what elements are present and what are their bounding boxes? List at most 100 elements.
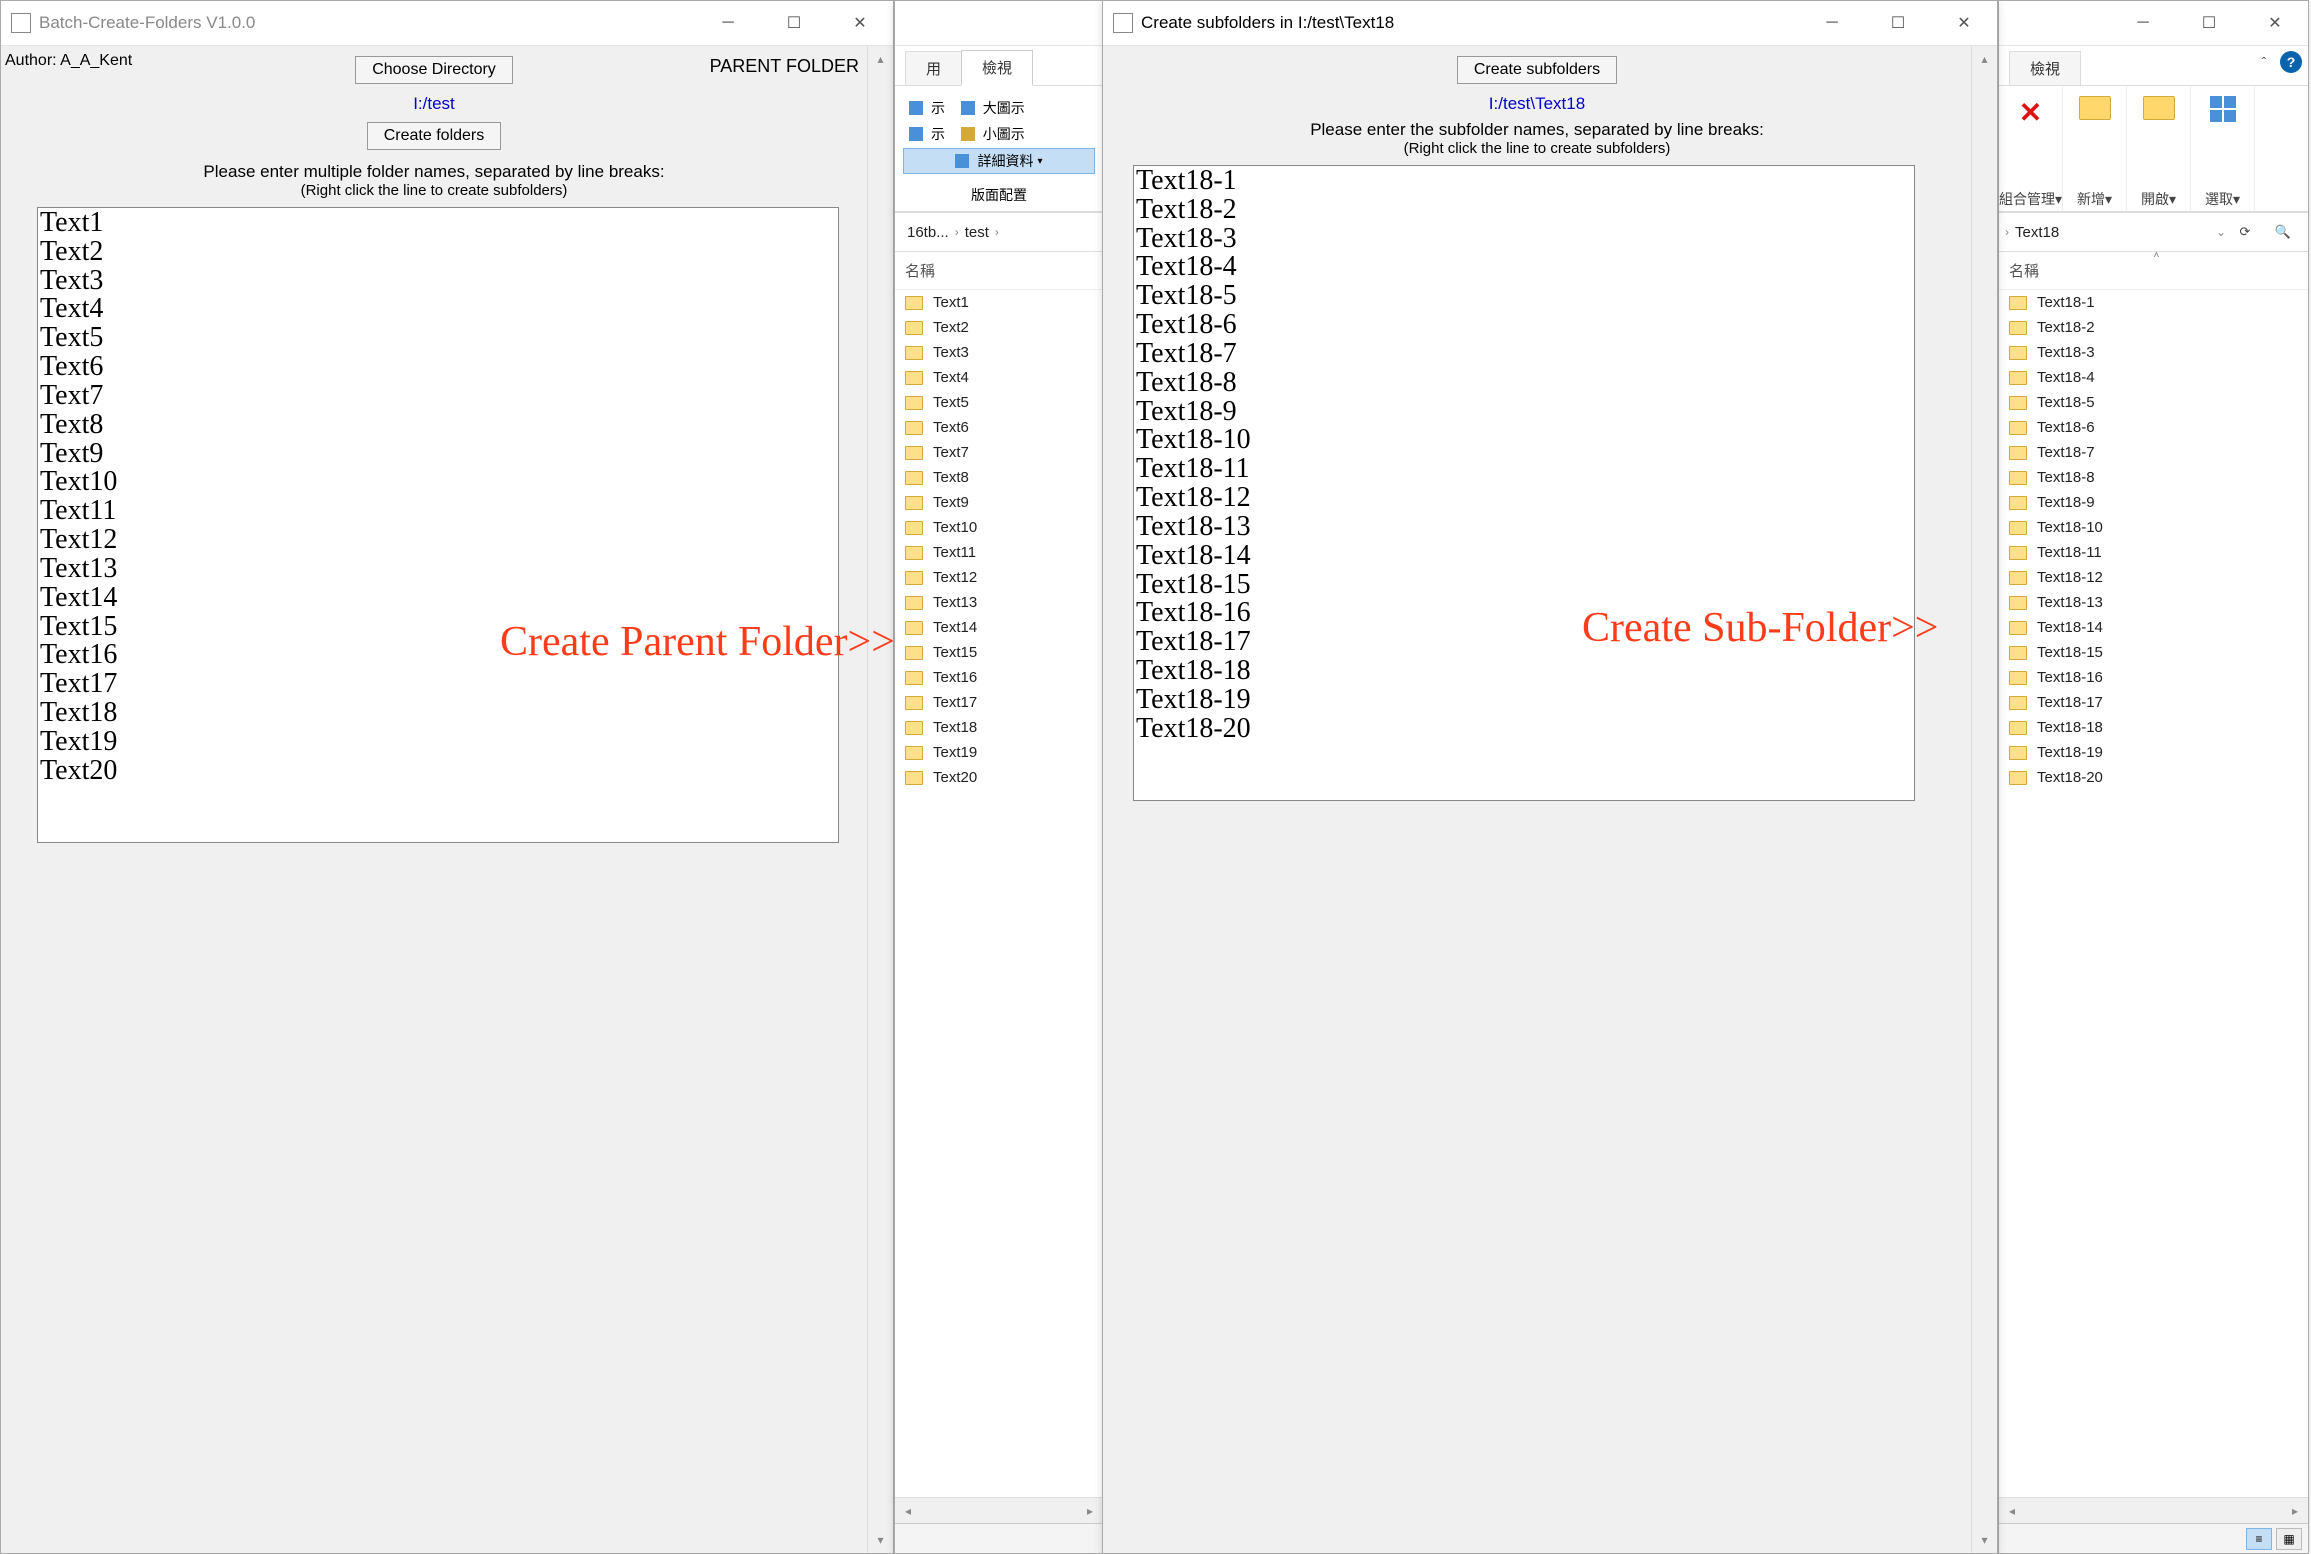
list-item[interactable]: Text7 [895,440,1103,465]
file-list-sub[interactable]: Text18-1 Text18-2Text18-3Text18-4Text18-5… [1999,290,2308,1497]
list-item[interactable]: Text15 [895,640,1103,665]
list-item[interactable]: Text1 [895,290,1103,315]
list-item[interactable]: Text19 [895,740,1103,765]
list-item[interactable]: Text11 [895,540,1103,565]
list-item[interactable]: Text18-5 [1999,390,2308,415]
breadcrumb-current[interactable]: Text18 [2009,220,2065,245]
scroll-right-icon[interactable]: ▸ [2282,1498,2308,1524]
tab-view[interactable]: 檢視 [961,50,1033,86]
list-item[interactable]: Text18-10 [1999,515,2308,540]
breadcrumb-sub[interactable]: test [959,220,995,245]
titlebar[interactable]: ─ ☐ ✕ [1999,1,2308,46]
refresh-icon[interactable]: ⟳ [2226,218,2264,246]
view-thumbnails-icon[interactable]: ▦ [2276,1528,2302,1550]
list-item[interactable]: Text18-11 [1999,540,2308,565]
list-item[interactable]: Text18-16 [1999,665,2308,690]
scroll-down-icon[interactable]: ▾ [1972,1527,1997,1553]
list-item[interactable]: Text20 [895,765,1103,790]
file-name: Text19 [933,744,977,761]
ribbon-open-button[interactable] [2134,96,2184,120]
list-item[interactable]: Text18-6 [1999,415,2308,440]
list-item[interactable]: Text14 [895,615,1103,640]
list-item[interactable]: Text9 [895,490,1103,515]
folder-icon [2009,371,2027,385]
scroll-up-icon[interactable]: ▴ [868,46,893,72]
list-item[interactable]: Text12 [895,565,1103,590]
minimize-button[interactable]: ─ [695,1,761,46]
list-item[interactable]: Text18-17 [1999,690,2308,715]
column-header-name[interactable]: ˄ 名稱 [1999,252,2308,290]
scroll-up-icon[interactable]: ▴ [1972,46,1997,72]
view-details-icon[interactable]: ≡ [2246,1528,2272,1550]
view-suffix-1[interactable]: 示 大圖示 [903,96,1095,120]
list-item[interactable]: Text3 [895,340,1103,365]
minimize-button[interactable]: ─ [1799,1,1865,46]
tab-a[interactable]: 用 [905,51,962,85]
titlebar[interactable] [895,1,1103,46]
help-icon[interactable]: ? [2280,51,2302,73]
close-button[interactable]: ✕ [2242,1,2308,46]
list-item[interactable]: Text18 [895,715,1103,740]
list-item[interactable]: Text18-19 [1999,740,2308,765]
list-item[interactable]: Text18-9 [1999,490,2308,515]
folder-icon [2009,671,2027,685]
list-item[interactable]: Text18-8 [1999,465,2308,490]
ribbon-delete-button[interactable]: ✕ [2006,96,2056,129]
folder-names-textarea[interactable]: Text1 Text2 Text3 Text4 Text5 Text6 Text… [37,207,839,843]
scroll-left-icon[interactable]: ◂ [895,1498,921,1524]
close-button[interactable]: ✕ [1931,1,1997,46]
titlebar[interactable]: Batch-Create-Folders V1.0.0 ─ ☐ ✕ [1,1,893,46]
list-item[interactable]: Text4 [895,365,1103,390]
list-item[interactable]: Text18-20 [1999,765,2308,790]
list-item[interactable]: Text6 [895,415,1103,440]
close-button[interactable]: ✕ [827,1,893,46]
list-item[interactable]: Text8 [895,465,1103,490]
maximize-button[interactable]: ☐ [2176,1,2242,46]
list-item[interactable]: Text17 [895,690,1103,715]
list-item[interactable]: Text18-7 [1999,440,2308,465]
scrollbar-vertical[interactable]: ▴ ▾ [867,46,893,1553]
list-item[interactable]: Text5 [895,390,1103,415]
scrollbar-vertical[interactable]: ▴ ▾ [1971,46,1997,1553]
breadcrumb-root[interactable]: 16tb... [901,220,955,245]
list-item[interactable]: Text10 [895,515,1103,540]
choose-directory-button[interactable]: Choose Directory [355,56,513,84]
scrollbar-horizontal[interactable]: ◂ ▸ [1999,1497,2308,1523]
create-folders-button[interactable]: Create folders [367,122,502,150]
view-details[interactable]: 詳細資料▾ [903,148,1095,174]
view-suffix-2[interactable]: 示 小圖示 [903,122,1095,146]
scroll-down-icon[interactable]: ▾ [868,1527,893,1553]
list-item[interactable]: Text18-15 [1999,640,2308,665]
maximize-button[interactable]: ☐ [761,1,827,46]
scroll-left-icon[interactable]: ◂ [1999,1498,2025,1524]
search-icon[interactable]: 🔍 [2264,218,2302,246]
tab-view[interactable]: 檢視 [2009,51,2081,85]
folder-icon [905,671,923,685]
list-item[interactable]: Text18-13 [1999,590,2308,615]
list-item[interactable]: Text2 [895,315,1103,340]
ribbon-collapse-icon[interactable]: ˆ [2252,50,2276,74]
maximize-button[interactable]: ☐ [1865,1,1931,46]
file-list-parent[interactable]: Text1Text2Text3Text4Text5Text6Text7Text8… [895,290,1103,1497]
list-item[interactable]: Text18-1 [1999,290,2308,315]
titlebar[interactable]: Create subfolders in I:/test\Text18 ─ ☐ … [1103,1,1997,46]
list-item[interactable]: Text18-18 [1999,715,2308,740]
subfolder-names-textarea[interactable]: Text18-1 Text18-2 Text18-3 Text18-4 Text… [1133,165,1915,801]
ribbon-new-button[interactable] [2070,96,2120,120]
list-item[interactable]: Text18-4 [1999,365,2308,390]
file-name: Text18-1 [2037,294,2095,311]
list-item[interactable]: Text13 [895,590,1103,615]
ribbon-select-button[interactable] [2198,96,2248,122]
list-item[interactable]: Text18-3 [1999,340,2308,365]
chevron-down-icon[interactable]: ⌄ [2216,225,2226,239]
scroll-right-icon[interactable]: ▸ [1077,1498,1103,1524]
minimize-button[interactable]: ─ [2110,1,2176,46]
scrollbar-horizontal[interactable]: ◂ ▸ [895,1497,1103,1523]
list-item[interactable]: Text16 [895,665,1103,690]
list-item[interactable]: Text18-12 [1999,565,2308,590]
list-item[interactable]: Text18-2 [1999,315,2308,340]
file-name: Text18-14 [2037,619,2103,636]
list-item[interactable]: Text18-14 [1999,615,2308,640]
column-header-name[interactable]: 名稱 [895,252,1103,290]
create-subfolders-button[interactable]: Create subfolders [1457,56,1617,84]
